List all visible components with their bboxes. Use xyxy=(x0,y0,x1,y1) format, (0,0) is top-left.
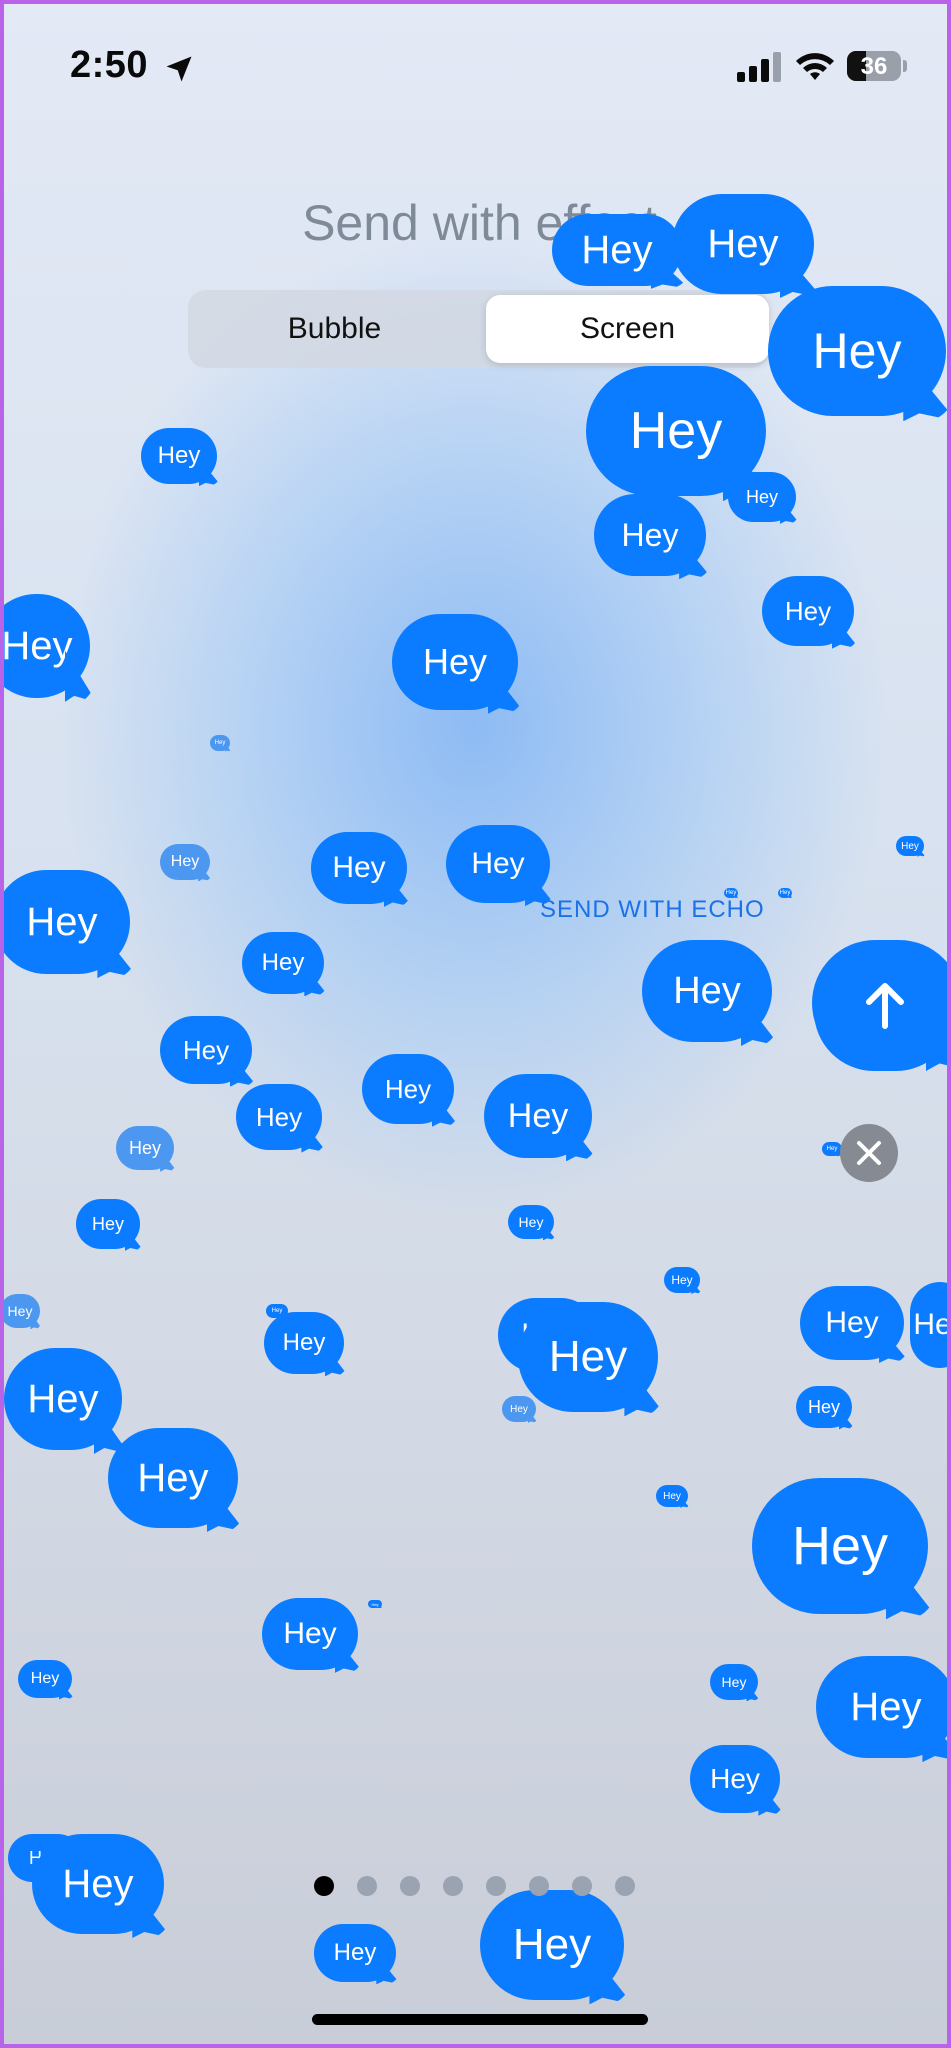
echo-bubble: Hey xyxy=(116,1126,174,1170)
battery-indicator: 36 xyxy=(847,51,901,81)
cellular-signal-icon xyxy=(737,52,781,82)
echo-bubble: Hey xyxy=(160,844,210,880)
page-dot[interactable] xyxy=(529,1876,549,1896)
echo-bubble: Hey xyxy=(752,1478,928,1614)
page-dot[interactable] xyxy=(443,1876,463,1896)
echo-bubble: Hey xyxy=(160,1016,252,1084)
echo-bubble: Hey xyxy=(264,1312,344,1374)
echo-bubble: Hey xyxy=(4,1294,40,1328)
effect-type-segmented-control: Bubble Screen xyxy=(188,290,769,368)
echo-bubble: Hey xyxy=(664,1267,700,1293)
echo-bubble: Hey xyxy=(768,286,946,416)
echo-bubble: Hey xyxy=(32,1834,164,1934)
echo-bubble: Hey xyxy=(484,1074,592,1158)
arrow-up-icon xyxy=(866,983,904,1029)
page-dot[interactable] xyxy=(400,1876,420,1896)
echo-bubble: Hey xyxy=(242,932,324,994)
status-time: 2:50 xyxy=(70,44,149,86)
close-button[interactable] xyxy=(840,1124,898,1182)
echo-bubble: Hey xyxy=(141,428,217,484)
page-dot[interactable] xyxy=(615,1876,635,1896)
echo-bubble: Hey xyxy=(672,194,814,294)
echo-bubble: Hey xyxy=(362,1054,454,1124)
echo-bubble: Hey xyxy=(690,1745,780,1813)
echo-bubble: Hey xyxy=(4,870,130,974)
echo-bubble: Hey xyxy=(4,594,90,698)
echo-bubble: Hey xyxy=(816,1656,947,1758)
tab-screen[interactable]: Screen xyxy=(486,295,769,363)
echo-bubble: Hey xyxy=(314,1924,396,1982)
echo-bubble: Hey xyxy=(910,1282,947,1368)
echo-bubble: Hey xyxy=(392,614,518,710)
page-dot[interactable] xyxy=(314,1876,334,1896)
echo-bubble: Hey xyxy=(4,1348,122,1450)
location-arrow-icon xyxy=(166,56,192,82)
page-dot[interactable] xyxy=(486,1876,506,1896)
echo-bubble: Hey xyxy=(800,1286,904,1360)
echo-bubble: Hey xyxy=(76,1199,140,1249)
echo-bubble: Hey xyxy=(502,1396,536,1422)
page-dot[interactable] xyxy=(572,1876,592,1896)
echo-bubble: Hey xyxy=(710,1664,758,1700)
echo-bubble: Hey xyxy=(594,494,706,576)
echo-bubble: Hey xyxy=(552,214,682,286)
echo-bubble: Hey xyxy=(480,1890,624,2000)
echo-bubble: Hey xyxy=(896,836,924,856)
echo-bubble: Hey xyxy=(778,888,792,898)
battery-cap xyxy=(903,60,907,72)
echo-bubble: Hey xyxy=(368,1600,382,1608)
echo-bubble: Hey xyxy=(18,1660,72,1698)
echo-bubble: Hey xyxy=(311,832,407,904)
echo-bubble: Hey xyxy=(210,735,230,751)
tab-bubble[interactable]: Bubble xyxy=(193,295,476,363)
screen-effect-preview: 2:50 36 Send with effect Bubble Screen H… xyxy=(0,0,951,2048)
echo-bubble: Hey xyxy=(642,940,772,1042)
close-x-icon xyxy=(857,1141,881,1165)
send-button[interactable] xyxy=(814,941,947,1071)
echo-bubble: Hey xyxy=(762,576,854,646)
echo-bubble: Hey xyxy=(728,472,796,522)
wifi-icon xyxy=(796,53,834,80)
page-dot[interactable] xyxy=(357,1876,377,1896)
echo-bubble: Hey xyxy=(796,1386,852,1428)
echo-bubble: Hey xyxy=(656,1485,688,1507)
echo-bubble: Hey xyxy=(508,1205,554,1239)
echo-bubble: Hey xyxy=(518,1302,658,1412)
echo-bubble: Hey xyxy=(108,1428,238,1528)
echo-bubble: Hey xyxy=(236,1084,322,1150)
echo-bubble: Hey xyxy=(822,1142,842,1156)
echo-bubble: Hey xyxy=(446,825,550,903)
echo-bubble: Hey xyxy=(262,1598,358,1670)
battery-percent: 36 xyxy=(860,53,888,80)
effect-name-label: SEND WITH ECHO xyxy=(540,896,765,923)
home-indicator xyxy=(312,2014,648,2025)
